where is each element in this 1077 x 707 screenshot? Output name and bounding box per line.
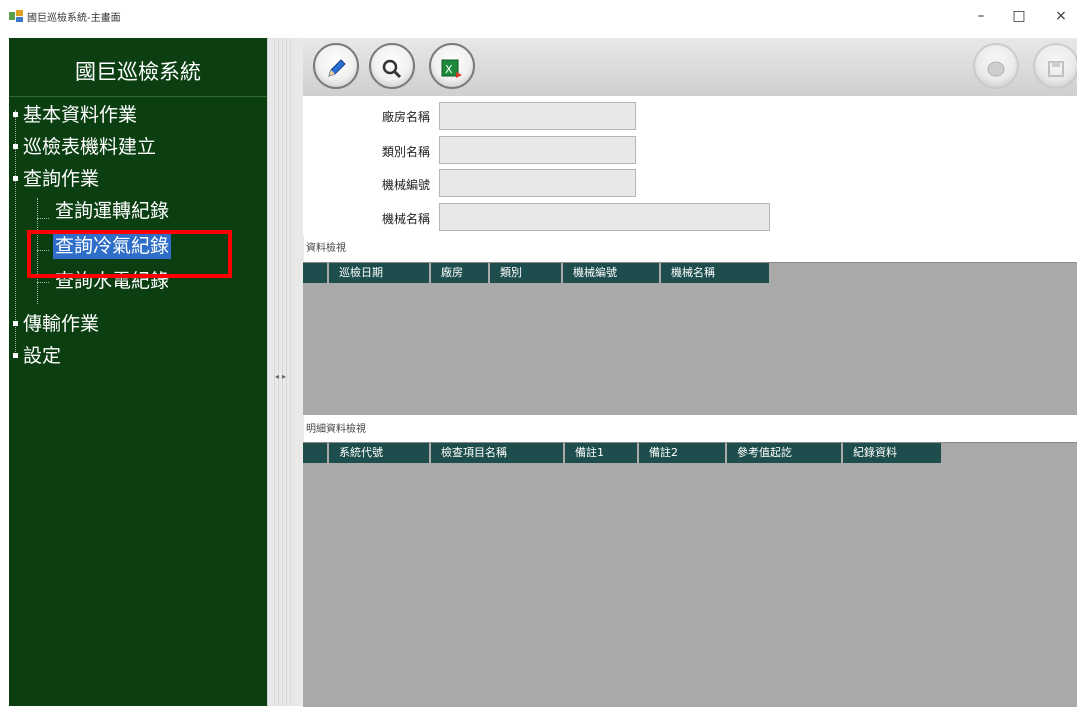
category-name-label: 類別名稱 [381,145,430,159]
sidebar-item-settings[interactable]: 設定 [23,343,61,369]
search-button[interactable] [369,43,415,89]
save-button[interactable] [1033,43,1077,89]
splitter-arrows-icon[interactable]: ◂▸ [275,372,289,381]
magnifier-icon [382,59,402,78]
tree-bullet [13,353,18,358]
data-view-label: 資料檢視 [306,243,346,254]
sidebar-item-transfer[interactable]: 傳輸作業 [23,311,99,337]
excel-export-button[interactable]: X [429,43,475,89]
row-header-cell [303,263,329,283]
column-header[interactable]: 類別 [490,263,563,283]
main-window: 國巨巡檢系統-主畫面 – □ × 國巨巡檢系統 基本資料作業 巡檢表機料建立 查… [0,0,1077,707]
data-view-grid-header: 巡檢日期 廠房 類別 機械編號 機械名稱 [303,263,771,283]
disabled-action-button[interactable] [973,43,1019,89]
column-header[interactable]: 參考值起訖 [727,443,843,463]
detail-view-grid[interactable]: 系統代號 檢查項目名稱 備註1 備註2 參考值起訖 紀錄資料 [303,442,1077,707]
category-name-field[interactable] [439,136,636,164]
column-header[interactable]: 廠房 [431,263,490,283]
column-header[interactable]: 備註2 [639,443,727,463]
app-icon [9,10,23,22]
machine-number-field[interactable] [439,169,636,197]
svg-text:X: X [445,63,453,76]
sidebar-item-basic-data[interactable]: 基本資料作業 [23,102,137,128]
detail-view-label: 明細資料檢視 [306,424,366,435]
machine-name-field[interactable] [439,203,770,231]
column-header[interactable]: 備註1 [565,443,639,463]
machine-name-label: 機械名稱 [381,212,430,226]
data-view-grid[interactable]: 巡檢日期 廠房 類別 機械編號 機械名稱 [303,262,1077,415]
tree-bullet [13,112,18,117]
tree-branch [37,218,49,219]
column-header[interactable]: 檢查項目名稱 [431,443,565,463]
column-header[interactable]: 機械編號 [563,263,661,283]
tree-branch [37,282,49,283]
window-title: 國巨巡檢系統-主畫面 [27,13,121,24]
sidebar-title: 國巨巡檢系統 [75,60,201,84]
edit-button[interactable] [313,43,359,89]
maximize-button[interactable]: □ [1004,4,1034,28]
title-bar: 國巨巡檢系統-主畫面 – □ × [0,0,1077,32]
row-header-cell [303,443,329,463]
minimize-button[interactable]: – [966,4,996,28]
plant-name-label: 廠房名稱 [381,110,430,124]
excel-export-icon: X [441,59,462,78]
detail-view-grid-header: 系統代號 檢查項目名稱 備註1 備註2 參考值起訖 紀錄資料 [303,443,943,463]
column-header[interactable]: 系統代號 [329,443,431,463]
column-header[interactable]: 巡檢日期 [329,263,431,283]
save-icon [1048,60,1064,77]
sidebar-divider [9,96,267,97]
tree-bullet [13,176,18,181]
column-header[interactable]: 紀錄資料 [843,443,943,463]
close-button[interactable]: × [1046,4,1076,28]
toolbar: X [303,38,1077,97]
query-form: 廠房名稱 類別名稱 機械編號 機械名稱 [303,96,1077,236]
column-header[interactable]: 機械名稱 [661,263,771,283]
tree-bullet [13,144,18,149]
sidebar-item-inspection-setup[interactable]: 巡檢表機料建立 [23,134,156,160]
machine-number-label: 機械編號 [381,178,430,192]
sidebar-item-query-operation[interactable]: 查詢運轉紀錄 [55,198,169,224]
sidebar-item-query[interactable]: 查詢作業 [23,166,99,192]
highlight-box [27,230,232,278]
sidebar: 國巨巡檢系統 基本資料作業 巡檢表機料建立 查詢作業 查詢運轉紀錄 查詢冷氣紀錄… [9,38,267,706]
plant-name-field[interactable] [439,102,636,130]
disabled-action-icon [987,61,1005,77]
pencil-icon [328,58,346,77]
tree-bullet [13,321,18,326]
